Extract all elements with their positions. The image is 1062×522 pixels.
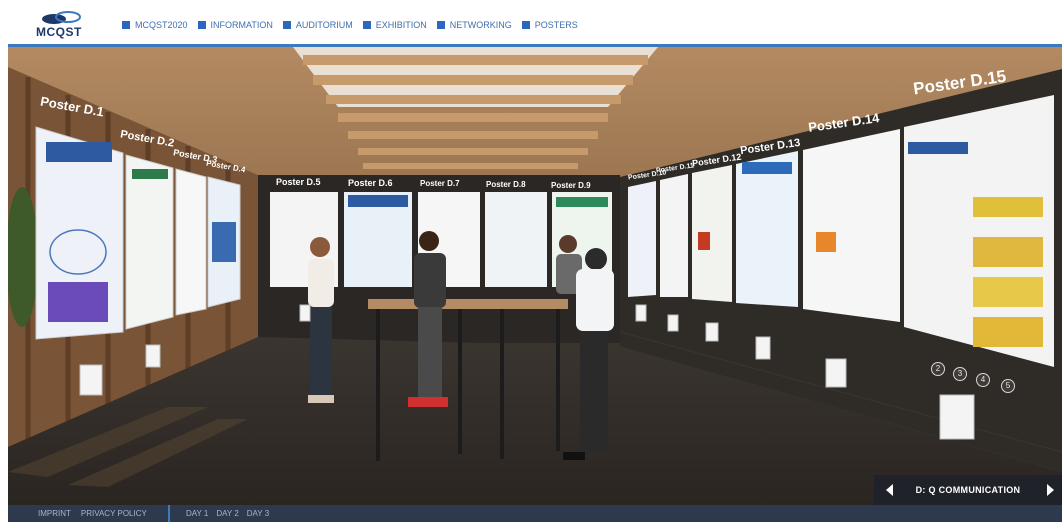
nav-square-icon: [521, 21, 530, 29]
footer-bar: IMPRINT PRIVACY POLICY DAY 1 DAY 2 DAY 3: [8, 505, 1062, 522]
mcqst-logo[interactable]: MCQST: [36, 11, 96, 41]
footer-day-2[interactable]: DAY 2: [216, 509, 238, 518]
nav-square-icon: [282, 21, 291, 29]
poster-page-5[interactable]: 5: [1001, 379, 1015, 393]
virtual-poster-hall[interactable]: Poster D.1 Poster D.2 Poster D.3 Poster …: [8, 47, 1062, 505]
poster-title-d6[interactable]: Poster D.6: [348, 178, 393, 188]
poster-page-3[interactable]: 3: [953, 367, 967, 381]
top-navbar: MCQST MCQST2020 INFORMATION AUDITORIUM E…: [0, 0, 1062, 44]
logo-mark-icon: [42, 11, 81, 24]
poster-page-2[interactable]: 2: [931, 362, 945, 376]
footer-imprint-link[interactable]: IMPRINT: [38, 509, 71, 518]
nav-square-icon: [122, 21, 130, 29]
nav-posters[interactable]: POSTERS: [521, 20, 578, 30]
poster-title-d8[interactable]: Poster D.8: [486, 180, 526, 189]
footer-day-1[interactable]: DAY 1: [186, 509, 208, 518]
hall-navigator: D: Q COMMUNICATION: [874, 475, 1062, 505]
logo-text: MCQST: [36, 25, 82, 39]
poster-title-d5[interactable]: Poster D.5: [276, 177, 321, 187]
nav-square-icon: [197, 21, 206, 29]
chevron-right-icon[interactable]: [1044, 481, 1058, 499]
hall-scene-svg: [8, 47, 1062, 505]
footer-links: IMPRINT PRIVACY POLICY: [38, 509, 147, 518]
poster-page-4[interactable]: 4: [976, 373, 990, 387]
nav-networking[interactable]: NETWORKING: [436, 20, 512, 30]
nav-mcqst2020[interactable]: MCQST2020: [122, 20, 188, 30]
nav-auditorium[interactable]: AUDITORIUM: [282, 20, 353, 30]
poster-title-d9[interactable]: Poster D.9: [551, 181, 591, 190]
nav-square-icon: [436, 21, 445, 29]
footer-divider: [168, 505, 170, 522]
hall-label: D: Q COMMUNICATION: [915, 485, 1021, 495]
nav-information[interactable]: INFORMATION: [197, 20, 273, 30]
nav-exhibition[interactable]: EXHIBITION: [362, 20, 427, 30]
main-nav: MCQST2020 INFORMATION AUDITORIUM EXHIBIT…: [122, 20, 578, 30]
footer-day-3[interactable]: DAY 3: [247, 509, 269, 518]
footer-privacy-link[interactable]: PRIVACY POLICY: [81, 509, 147, 518]
poster-title-d7[interactable]: Poster D.7: [420, 179, 460, 188]
nav-square-icon: [362, 21, 371, 29]
footer-days: DAY 1 DAY 2 DAY 3: [186, 509, 269, 518]
avatar-woman-left: [308, 237, 334, 403]
